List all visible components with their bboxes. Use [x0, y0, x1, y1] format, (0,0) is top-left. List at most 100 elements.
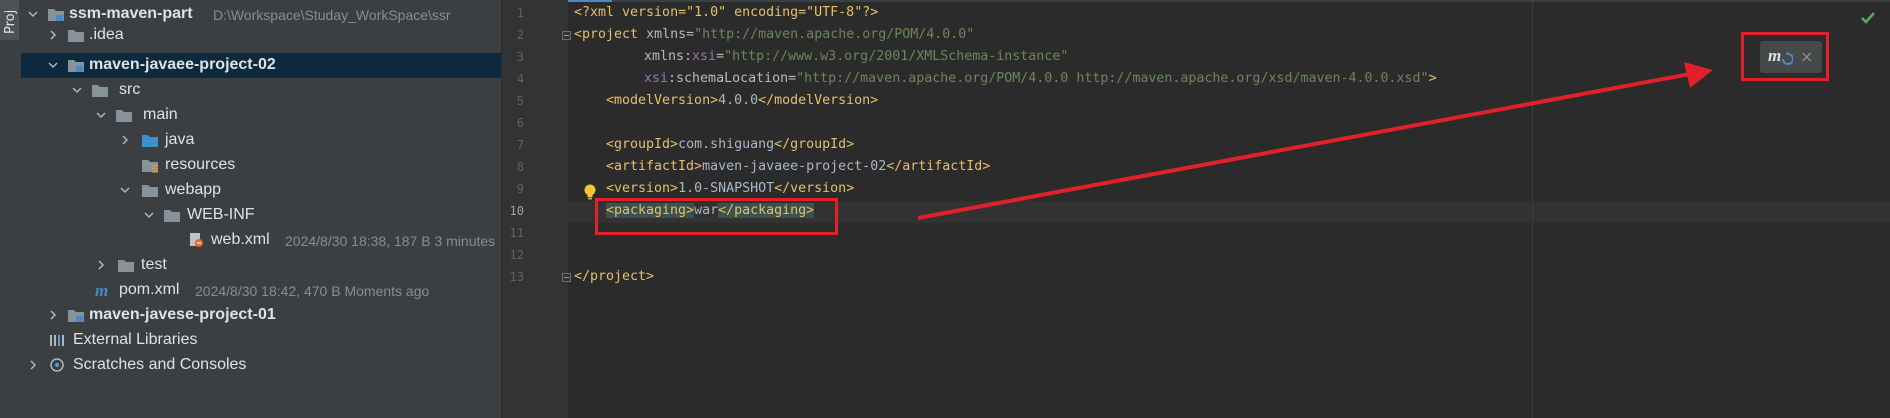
tree-item-label: .idea: [89, 26, 124, 43]
project-tree: ssm-maven-part D:\Workspace\Studay_WorkS…: [21, 0, 501, 418]
line-number: 7: [516, 138, 524, 152]
tree-item-idea[interactable]: .idea: [21, 23, 501, 48]
chevron-right-icon[interactable]: [47, 29, 59, 41]
line-number-current: 10: [509, 204, 524, 218]
tree-item-external-libraries[interactable]: External Libraries: [21, 328, 501, 353]
xml-declaration: <?xml version="1.0" encoding="UTF-8"?>: [574, 5, 879, 20]
fold-marker-icon[interactable]: [562, 31, 571, 40]
tree-item-web-inf[interactable]: WEB-INF: [21, 203, 501, 228]
attr-eq: =: [716, 49, 725, 64]
tag-close: </version>: [774, 181, 855, 196]
folder-icon: [118, 260, 134, 272]
tag-text: 4.0.0: [718, 93, 759, 108]
tree-item-label: main: [143, 106, 178, 123]
chevron-right-icon[interactable]: [47, 309, 59, 321]
code-line-7: <groupId>com.shiguang</groupId>: [606, 137, 854, 152]
chevron-down-icon[interactable]: [95, 109, 107, 121]
tree-item-meta: 2024/8/30 18:42, 470 B Moments ago: [195, 283, 430, 299]
attr-name: :schemaLocation=: [668, 71, 797, 86]
chevron-right-icon[interactable]: [27, 359, 39, 371]
code-line-8: <artifactId>maven-javaee-project-02</art…: [606, 159, 990, 174]
line-number: 4: [516, 72, 524, 86]
tag-close: </artifactId>: [886, 159, 991, 174]
module-folder-icon: [68, 60, 84, 72]
attr-name: xmlns=: [646, 27, 695, 42]
namespace: xsi: [644, 71, 669, 86]
tree-item-label: maven-javese-project-01: [89, 306, 276, 323]
tag-text: com.shiguang: [678, 137, 775, 152]
tree-item-webapp[interactable]: webapp: [21, 178, 501, 203]
tag-close: </modelVersion>: [758, 93, 879, 108]
attr-value: "http://maven.apache.org/POM/4.0.0": [694, 27, 975, 42]
tree-item-java[interactable]: java: [21, 128, 501, 153]
tree-item-resources[interactable]: resources: [21, 153, 501, 178]
line-number: 2: [516, 28, 524, 42]
attr-value: "http://www.w3.org/2001/XMLSchema-instan…: [724, 49, 1069, 64]
libraries-icon: [50, 335, 64, 346]
tag-open: <groupId>: [606, 137, 679, 152]
code-line-9: <version>1.0-SNAPSHOT</version>: [606, 181, 854, 196]
tree-item-label: webapp: [165, 181, 222, 198]
chevron-right-icon[interactable]: [119, 134, 131, 146]
line-number: 8: [516, 160, 524, 174]
highlight-box-packaging: [595, 198, 838, 235]
scratches-icon: [50, 358, 64, 372]
tag-open: <modelVersion>: [606, 93, 719, 108]
maven-icon: m: [95, 282, 108, 298]
attr-value: "http://maven.apache.org/POM/4.0.0 http:…: [796, 71, 1429, 86]
tree-item-label: java: [165, 131, 195, 148]
tree-item-main[interactable]: main: [21, 103, 501, 128]
tag-close: >: [1428, 71, 1437, 86]
tree-item-label: Scratches and Consoles: [73, 356, 247, 373]
folder-icon: [164, 210, 180, 222]
line-number-gutter[interactable]: 1 2 3 4 5 6 7 8 9 10 11 12 13: [502, 0, 571, 418]
code-line-2: <project xmlns="http://maven.apache.org/…: [574, 27, 974, 42]
namespace: xsi: [692, 49, 717, 64]
svg-text:m: m: [95, 282, 108, 298]
tool-window-stripe: Proj: [0, 0, 22, 418]
chevron-down-icon[interactable]: [47, 59, 59, 71]
project-tool-tab[interactable]: Proj: [0, 0, 19, 40]
attr-name: xmlns:: [644, 49, 693, 64]
tree-item-test[interactable]: test: [21, 253, 501, 278]
folder-icon: [116, 110, 132, 122]
line-number: 6: [516, 116, 524, 130]
tag-close: </project>: [574, 269, 655, 284]
tree-item-label: External Libraries: [73, 331, 198, 348]
code-line-5: <modelVersion>4.0.0</modelVersion>: [606, 93, 878, 108]
no-problems-check-icon[interactable]: [1860, 10, 1876, 26]
ide-window: Proj ssm-maven-part D:\Workspace\Studay_…: [0, 0, 1890, 418]
line-number: 13: [509, 270, 524, 284]
chevron-down-icon[interactable]: [71, 84, 83, 96]
tree-item-maven-javaee-project-02[interactable]: maven-javaee-project-02: [21, 53, 501, 78]
chevron-down-icon[interactable]: [143, 209, 155, 221]
tree-item-src[interactable]: src: [21, 78, 501, 103]
tree-item-label: resources: [165, 156, 236, 173]
web-xml-icon: [190, 233, 203, 247]
code-line-13: </project>: [574, 269, 654, 284]
folder-icon: [92, 85, 108, 97]
project-tool-tab-label: Proj: [3, 9, 18, 34]
tree-item-label: web.xml: [211, 231, 270, 248]
tag-close: </groupId>: [774, 137, 855, 152]
tree-item-meta: 2024/8/30 18:38, 187 B 3 minutes: [285, 233, 496, 249]
tree-item-label: maven-javaee-project-02: [89, 56, 276, 73]
tag-open: <version>: [606, 181, 679, 196]
tree-item-path: D:\Workspace\Studay_WorkSpace\ssr: [213, 7, 451, 23]
tree-item-label: test: [141, 256, 167, 273]
tree-item-pom-xml[interactable]: m pom.xml 2024/8/30 18:42, 470 B Moments…: [21, 278, 501, 303]
tree-item-label: ssm-maven-part: [69, 5, 193, 22]
module-folder-icon: [48, 9, 64, 21]
tree-item-label: src: [119, 81, 141, 98]
chevron-down-icon[interactable]: [27, 8, 39, 20]
tree-item-web-xml[interactable]: web.xml 2024/8/30 18:38, 187 B 3 minutes: [21, 228, 501, 253]
code-line-3: xmlns:xsi="http://www.w3.org/2001/XMLSch…: [644, 49, 1068, 64]
code-line-1: <?xml version="1.0" encoding="UTF-8"?>: [574, 5, 878, 20]
line-number: 5: [516, 94, 524, 108]
fold-marker-icon[interactable]: [562, 273, 571, 282]
source-folder-icon: [142, 135, 158, 147]
tree-item-maven-javese-project-01[interactable]: maven-javese-project-01: [21, 303, 501, 328]
tree-item-scratches[interactable]: Scratches and Consoles: [21, 353, 501, 378]
chevron-down-icon[interactable]: [119, 184, 131, 196]
chevron-right-icon[interactable]: [95, 259, 107, 271]
